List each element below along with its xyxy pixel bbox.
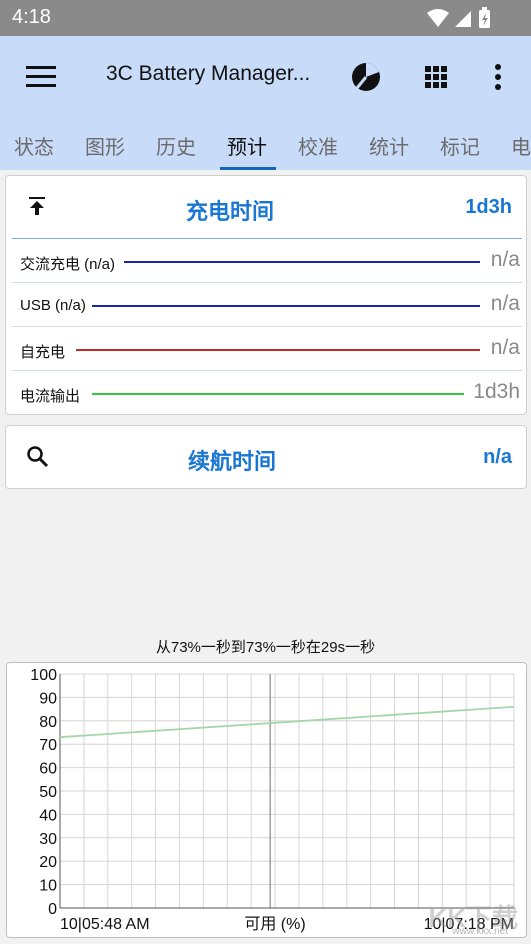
row-label: 交流充电 (n/a) xyxy=(20,256,116,273)
x-start-label: 10|05:48 AM xyxy=(60,916,150,933)
chart-svg: 100908070605040302010010|05:48 AM 可用 (%) 1… xyxy=(30,667,515,933)
wifi-icon xyxy=(427,9,449,27)
y-tick-label: 30 xyxy=(39,831,57,848)
status-icons xyxy=(427,7,490,28)
tab-graph[interactable]: 图形 xyxy=(85,131,125,160)
tab-calibrate[interactable]: 校准 xyxy=(298,131,338,160)
y-tick-label: 50 xyxy=(39,784,57,801)
app-bar: 3C Battery Manager... xyxy=(0,36,531,118)
runtime-value: n/a xyxy=(483,446,512,468)
y-tick-label: 60 xyxy=(39,761,57,778)
charge-time-value: 1d3h xyxy=(465,196,512,218)
row-current-output: 电流输出 1d3h xyxy=(12,370,522,415)
row-value: n/a xyxy=(490,336,520,359)
row-value: n/a xyxy=(490,292,520,315)
pie-chart-icon[interactable] xyxy=(349,60,383,94)
x-axis-label: 可用 (%) xyxy=(244,916,305,933)
tab-more[interactable]: 电 xyxy=(511,131,531,160)
row-line xyxy=(92,305,480,307)
row-usb: USB (n/a) n/a xyxy=(12,282,522,327)
chart-title: 从73%一秒到73%一秒在29s一秒 xyxy=(155,639,376,656)
runtime-title: 续航时间 xyxy=(188,450,277,475)
tab-estimate[interactable]: 预计 xyxy=(227,131,267,160)
series-line xyxy=(59,705,515,739)
y-tick-label: 90 xyxy=(39,690,57,707)
active-tab-indicator xyxy=(220,167,276,170)
more-options-icon[interactable] xyxy=(481,60,515,94)
y-tick-label: 40 xyxy=(39,807,57,824)
row-value: n/a xyxy=(490,248,520,271)
y-tick-label: 100 xyxy=(30,667,57,684)
watermark-url: www.kkx.net xyxy=(452,926,508,937)
row-line xyxy=(92,393,464,395)
row-label: USB (n/a) xyxy=(20,297,86,314)
row-label: 电流输出 xyxy=(20,388,81,405)
y-tick-label: 70 xyxy=(39,737,57,754)
status-time: 4:18 xyxy=(12,6,51,28)
upload-arrow-icon[interactable] xyxy=(28,196,46,216)
runtime-card: 续航时间 n/a xyxy=(5,425,527,489)
tab-history[interactable]: 历史 xyxy=(156,131,196,160)
row-ac-charge: 交流充电 (n/a) n/a xyxy=(12,238,522,283)
y-tick-label: 80 xyxy=(39,714,57,731)
tab-statistics[interactable]: 统计 xyxy=(369,131,409,160)
grid-apps-icon[interactable] xyxy=(419,60,453,94)
y-tick-label: 20 xyxy=(39,854,57,871)
search-icon[interactable] xyxy=(26,445,50,469)
charge-time-title: 充电时间 xyxy=(186,200,275,225)
row-self-charge: 自充电 n/a xyxy=(12,326,522,371)
status-bar: 4:18 xyxy=(0,0,531,36)
menu-icon[interactable] xyxy=(26,66,56,88)
row-line xyxy=(76,349,480,351)
row-value: 1d3h xyxy=(473,380,520,403)
app-title: 3C Battery Manager... xyxy=(106,62,311,85)
tab-markers[interactable]: 标记 xyxy=(440,131,480,160)
tab-status[interactable]: 状态 xyxy=(14,131,54,160)
charge-time-card: 充电时间 1d3h 交流充电 (n/a) n/a USB (n/a) n/a 自… xyxy=(5,175,527,415)
signal-icon xyxy=(455,11,471,27)
battery-chart: 100 90 80 70 60 50 40 30 20 10 0 10|05:48 AM 可用 (%) 1… xyxy=(6,662,527,938)
tab-bar: 状态 图形 历史 预计 校准 统计 标记 电 xyxy=(0,118,531,170)
row-label: 自充电 xyxy=(20,344,66,361)
y-tick-label: 10 xyxy=(39,878,57,895)
y-tick-label: 0 xyxy=(48,901,57,918)
row-line xyxy=(124,261,480,263)
